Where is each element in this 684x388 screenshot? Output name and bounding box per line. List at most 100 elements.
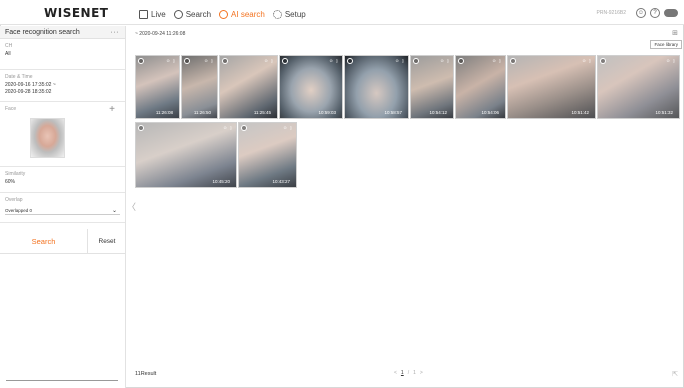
reset-button[interactable]: Reset xyxy=(88,229,126,253)
ai-icon xyxy=(219,9,229,19)
datetime-end: 2020-09-28 18:35:02 xyxy=(5,89,52,95)
select-circle-icon[interactable] xyxy=(347,58,353,64)
similarity-filter[interactable]: Similarity 60% xyxy=(0,167,125,193)
result-thumbnail[interactable]: ⊙ ▯ 11:26:08 xyxy=(135,55,180,119)
result-thumbnail[interactable]: ⊙ ▯ 11:26:50 xyxy=(181,55,218,119)
result-count: 11Result xyxy=(135,371,157,377)
sidebar-header: Face recognition search ··· xyxy=(0,26,125,39)
overlap-select-value: Overlapped 0 xyxy=(5,207,33,213)
thumbnail-tools-icon[interactable]: ⊙ ▯ xyxy=(440,58,450,63)
total-pages: 1 xyxy=(413,370,416,376)
chevron-down-icon: ⌄ xyxy=(111,207,117,214)
grid-view-icon[interactable]: ⊞ xyxy=(672,29,678,37)
search-icon xyxy=(173,9,183,19)
nav-setup-label: Setup xyxy=(284,9,306,19)
overlap-label: Overlap xyxy=(5,197,23,203)
monitor-icon xyxy=(139,9,148,19)
thumbnail-tools-icon[interactable]: ⊙ ▯ xyxy=(204,58,214,63)
overlap-filter: Overlap Overlapped 0 ⌄ xyxy=(0,193,125,223)
thumbnail-time: 10:51:32 xyxy=(655,110,673,115)
thumbnail-time: 10:54:06 xyxy=(481,110,499,115)
select-circle-icon[interactable] xyxy=(600,58,606,64)
select-circle-icon[interactable] xyxy=(138,58,144,64)
results-panel: ~ 2020-09-24 11:26:08 ⊞ Face library ⊙ ▯… xyxy=(130,26,684,388)
nav-live-label: Live xyxy=(151,9,166,19)
date-header: ~ 2020-09-24 11:26:08 xyxy=(135,31,186,37)
top-bar: WISENET Live Search AI search Setup PRN-… xyxy=(0,0,684,25)
thumbnail-tools-icon[interactable]: ⊙ ▯ xyxy=(329,58,339,63)
thumbnail-time: 11:25:45 xyxy=(253,110,271,115)
result-thumbnail[interactable]: ⊙ ▯ 10:45:20 xyxy=(135,122,237,188)
nav-setup[interactable]: Setup xyxy=(272,9,306,19)
sidebar-actions: Search Reset xyxy=(0,229,126,254)
thumbnail-time: 10:54:12 xyxy=(429,110,447,115)
select-circle-icon[interactable] xyxy=(138,125,144,131)
nav-ai-search-label: AI search xyxy=(231,9,265,19)
help-icon[interactable]: ? xyxy=(650,8,660,18)
add-face-icon[interactable]: + xyxy=(109,104,115,115)
similarity-value: 60% xyxy=(5,179,16,185)
thumbnail-time: 10:45:20 xyxy=(212,179,230,184)
select-circle-icon[interactable] xyxy=(282,58,288,64)
user-icon[interactable]: ☺ xyxy=(636,8,646,18)
face-filter: Face + xyxy=(0,102,125,167)
device-id: PRN-9216B2 xyxy=(596,10,626,16)
thumbnail-tools-icon[interactable]: ⊙ ▯ xyxy=(223,125,233,130)
nav-ai-search[interactable]: AI search xyxy=(219,9,265,19)
current-page[interactable]: 1 xyxy=(401,370,404,376)
result-thumbnail[interactable]: ⊙ ▯ 10:58:57 xyxy=(344,55,409,119)
face-library-tooltip: Face library xyxy=(650,40,682,49)
select-circle-icon[interactable] xyxy=(510,58,516,64)
thumbnail-time: 10:59:03 xyxy=(318,110,336,115)
result-thumbnail[interactable]: ⊙ ▯ 10:59:03 xyxy=(279,55,343,119)
ch-value: All xyxy=(5,51,11,57)
thumbnail-time: 10:58:57 xyxy=(384,110,402,115)
face-thumbnail[interactable] xyxy=(30,118,65,158)
nav-search[interactable]: Search xyxy=(173,9,211,19)
datetime-label: Date & Time xyxy=(5,74,33,80)
export-icon[interactable]: ⇱ xyxy=(672,370,678,378)
thumbnail-tools-icon[interactable]: ⊙ ▯ xyxy=(395,58,405,63)
select-circle-icon[interactable] xyxy=(413,58,419,64)
thumbnail-tools-icon[interactable]: ⊙ ▯ xyxy=(492,58,502,63)
search-button[interactable]: Search xyxy=(0,229,88,254)
thumbnail-time: 10:51:42 xyxy=(571,110,589,115)
result-thumbnail[interactable]: ⊙ ▯ 10:51:32 xyxy=(597,55,680,119)
thumbnail-time: 10:43:27 xyxy=(272,179,290,184)
nav-live[interactable]: Live xyxy=(139,9,166,19)
main-nav: Live Search AI search Setup xyxy=(139,8,314,20)
select-circle-icon[interactable] xyxy=(222,58,228,64)
result-thumbnail[interactable]: ⊙ ▯ 10:51:42 xyxy=(507,55,596,119)
thumbnail-time: 11:26:08 xyxy=(155,110,173,115)
thumbnail-tools-icon[interactable]: ⊙ ▯ xyxy=(264,58,274,63)
result-thumbnail[interactable]: ⊙ ▯ 10:54:12 xyxy=(410,55,454,119)
next-page-icon[interactable]: > xyxy=(420,370,423,376)
wisenet-logo: WISENET xyxy=(44,6,109,20)
top-right-tools: PRN-9216B2 ☺ ? xyxy=(597,8,678,18)
result-thumbnail[interactable]: ⊙ ▯ 10:54:06 xyxy=(455,55,506,119)
ch-label: CH xyxy=(5,43,13,49)
prev-page-icon[interactable]: < xyxy=(394,370,397,376)
gear-icon xyxy=(272,9,282,19)
thumbnail-time: 11:26:50 xyxy=(193,110,211,115)
menu-toggle-icon[interactable] xyxy=(664,9,678,17)
thumbnail-tools-icon[interactable]: ⊙ ▯ xyxy=(166,58,176,63)
thumbnail-tools-icon[interactable]: ⊙ ▯ xyxy=(582,58,592,63)
result-thumbnail[interactable]: ⊙ ▯ 10:43:27 xyxy=(238,122,297,188)
select-circle-icon[interactable] xyxy=(241,125,247,131)
overlap-select[interactable]: Overlapped 0 ⌄ xyxy=(5,206,120,215)
sidebar-divider xyxy=(6,380,118,381)
ch-filter[interactable]: CH All xyxy=(0,39,125,70)
more-icon[interactable]: ··· xyxy=(111,29,120,36)
similarity-label: Similarity xyxy=(5,171,26,177)
datetime-start: 2020-09-16 17:35:02 ~ xyxy=(5,82,56,88)
thumbnail-tools-icon[interactable]: ⊙ ▯ xyxy=(666,58,676,63)
thumbnail-tools-icon[interactable]: ⊙ ▯ xyxy=(283,125,293,130)
page-separator: / xyxy=(407,370,410,376)
datetime-filter[interactable]: Date & Time 2020-09-16 17:35:02 ~ 2020-0… xyxy=(0,70,125,102)
pagination: < 1 / 1 > xyxy=(392,370,425,376)
search-sidebar: Face recognition search ··· CH All Date … xyxy=(0,26,126,388)
result-thumbnail[interactable]: ⊙ ▯ 11:25:45 xyxy=(219,55,278,119)
select-circle-icon[interactable] xyxy=(184,58,190,64)
select-circle-icon[interactable] xyxy=(458,58,464,64)
